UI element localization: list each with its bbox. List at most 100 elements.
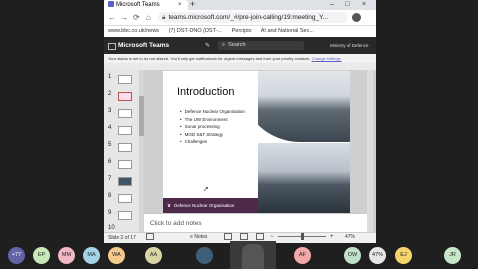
avatar-initials: JR	[449, 252, 456, 258]
avatar-initials: OW	[347, 252, 358, 258]
notes-toggle[interactable]: ≡ Notes	[190, 232, 207, 242]
search-placeholder: Search	[228, 42, 246, 48]
zoom-in-icon[interactable]: +	[330, 232, 334, 242]
url-text: teams.microsoft.com/_#/pre-join-calling/…	[168, 14, 329, 21]
change-settings-link[interactable]: Change settings.	[312, 56, 342, 61]
maximize-button[interactable]: □	[345, 0, 349, 10]
participant-avatar[interactable]: OW	[344, 247, 361, 264]
avatar-initials: MM	[61, 252, 72, 258]
back-icon[interactable]: ←	[108, 11, 116, 24]
participant-video-tile[interactable]	[230, 241, 276, 269]
slide-thumbnail[interactable]	[118, 160, 132, 169]
thumb-number: 9	[108, 210, 112, 216]
url-bar[interactable]: 🔒︎ teams.microsoft.com/_#/pre-join-callin…	[158, 12, 348, 23]
bullet-item: The UW Environment	[180, 116, 245, 124]
search-input[interactable]: ⌕ Search	[218, 41, 304, 50]
participant-avatar[interactable]: WA	[108, 247, 125, 264]
forward-icon[interactable]: →	[120, 11, 128, 24]
profile-avatar[interactable]	[352, 13, 361, 22]
bullet-item: Sonar processing	[180, 123, 245, 131]
participant-avatar[interactable]: MA	[83, 247, 100, 264]
search-icon: ⌕	[222, 42, 226, 48]
thumbnail-scroll-handle[interactable]	[139, 96, 144, 136]
tab-title: Microsoft Teams	[116, 2, 160, 8]
participant-avatar[interactable]: 47%	[369, 247, 386, 264]
slide-thumbnail[interactable]	[118, 211, 132, 220]
notes-label: Notes	[194, 234, 208, 240]
participant-avatar[interactable]: +77	[8, 247, 25, 264]
bullet-item: MOD S&T Strategy	[180, 131, 245, 139]
slide-footer: ♛ Defence Nuclear Organisation	[163, 198, 258, 213]
app-title: Microsoft Teams	[118, 42, 170, 49]
compose-icon[interactable]: ✎	[205, 42, 210, 49]
thumb-number: 10	[108, 225, 115, 231]
avatar-initials: AA	[149, 252, 158, 258]
participant-avatar[interactable]: MM	[58, 247, 75, 264]
participant-avatar[interactable]	[196, 247, 213, 264]
slide-thumbnail-selected[interactable]	[118, 92, 132, 101]
participant-avatar[interactable]: EJ	[395, 247, 412, 264]
tab-close-icon[interactable]: ×	[178, 0, 182, 10]
normal-view-icon[interactable]	[224, 233, 232, 240]
bookmark-item[interactable]: (7) DST-DNO (DST-...	[169, 28, 222, 34]
zoom-slider-handle[interactable]	[301, 233, 304, 240]
status-banner: Your status is set to do not disturb. Yo…	[104, 54, 376, 63]
slide-scrollbar[interactable]	[367, 70, 373, 232]
thumb-number: 3	[108, 108, 112, 114]
slide-thumbnail[interactable]	[118, 143, 132, 152]
close-window-button[interactable]: ×	[362, 0, 366, 10]
slide-title: Introduction	[177, 86, 235, 98]
thumb-number: 8	[108, 193, 112, 199]
participant-avatar[interactable]: JR	[444, 247, 461, 264]
bookmark-item[interactable]: Percipio	[232, 28, 252, 34]
new-tab-button[interactable]: +	[190, 0, 195, 10]
thumb-number: 6	[108, 159, 112, 165]
avatar-initials: MA	[87, 252, 96, 258]
org-switcher[interactable]: Ministry of Defence	[330, 37, 369, 54]
status-message: Your status is set to do not disturb. Yo…	[108, 56, 311, 61]
thumb-number: 4	[108, 125, 112, 131]
crest-icon: ♛	[167, 203, 172, 208]
presentation-toolbar	[104, 63, 376, 70]
slide-footer-text: Defence Nuclear Organisation	[174, 203, 235, 208]
thumb-number: 5	[108, 142, 112, 148]
slide-counter: Slide 2 of 17	[108, 235, 136, 241]
notes-input[interactable]: Click to add notes	[144, 213, 367, 233]
avatar-initials: 47%	[371, 252, 383, 258]
thumbnail-scrollbar[interactable]	[139, 70, 144, 232]
slide-bullet-list: Defence Nuclear Organisation The UW Envi…	[180, 108, 245, 146]
thumb-number: 7	[108, 176, 112, 182]
thumb-number: 2	[108, 91, 112, 97]
zoom-level[interactable]: 47%	[345, 232, 355, 242]
avatar-initials: WA	[112, 252, 121, 258]
reading-view-icon[interactable]	[256, 233, 264, 240]
bullet-item: Challenges	[180, 138, 245, 146]
slide-thumbnail[interactable]	[118, 75, 132, 84]
minimize-button[interactable]: –	[330, 0, 334, 10]
participant-avatar[interactable]: AF	[294, 247, 311, 264]
thumb-number: 1	[108, 74, 112, 80]
bookmark-item[interactable]: www.bbc.co.uk/news	[108, 28, 159, 34]
app-launcher-icon[interactable]	[108, 43, 116, 50]
avatar-initials: EJ	[400, 252, 407, 258]
slide-thumbnail[interactable]	[118, 109, 132, 118]
slide-thumbnail[interactable]	[118, 194, 132, 203]
accessibility-icon[interactable]	[146, 233, 154, 240]
avatar-initials: AF	[298, 252, 307, 258]
bullet-item: Defence Nuclear Organisation	[180, 108, 245, 116]
bookmark-item[interactable]: AI and National Sec...	[261, 28, 314, 34]
home-icon[interactable]: ⌂	[146, 11, 151, 24]
avatar-initials: +77	[11, 252, 22, 258]
avatar-initials: EP	[37, 252, 46, 258]
slide-sorter-icon[interactable]	[240, 233, 248, 240]
slide-thumbnail[interactable]	[118, 177, 132, 186]
participant-avatar[interactable]: AA	[145, 247, 162, 264]
slide-thumbnail[interactable]	[118, 126, 132, 135]
mouse-cursor-icon: ➚	[203, 186, 209, 193]
participant-avatar[interactable]: EP	[33, 247, 50, 264]
notes-placeholder: Click to add notes	[150, 220, 202, 227]
teams-favicon-icon	[108, 1, 114, 7]
browser-tab[interactable]: Microsoft Teams	[104, 0, 188, 10]
lock-icon: 🔒︎	[162, 14, 166, 21]
reload-icon[interactable]: ⟳	[133, 11, 140, 24]
